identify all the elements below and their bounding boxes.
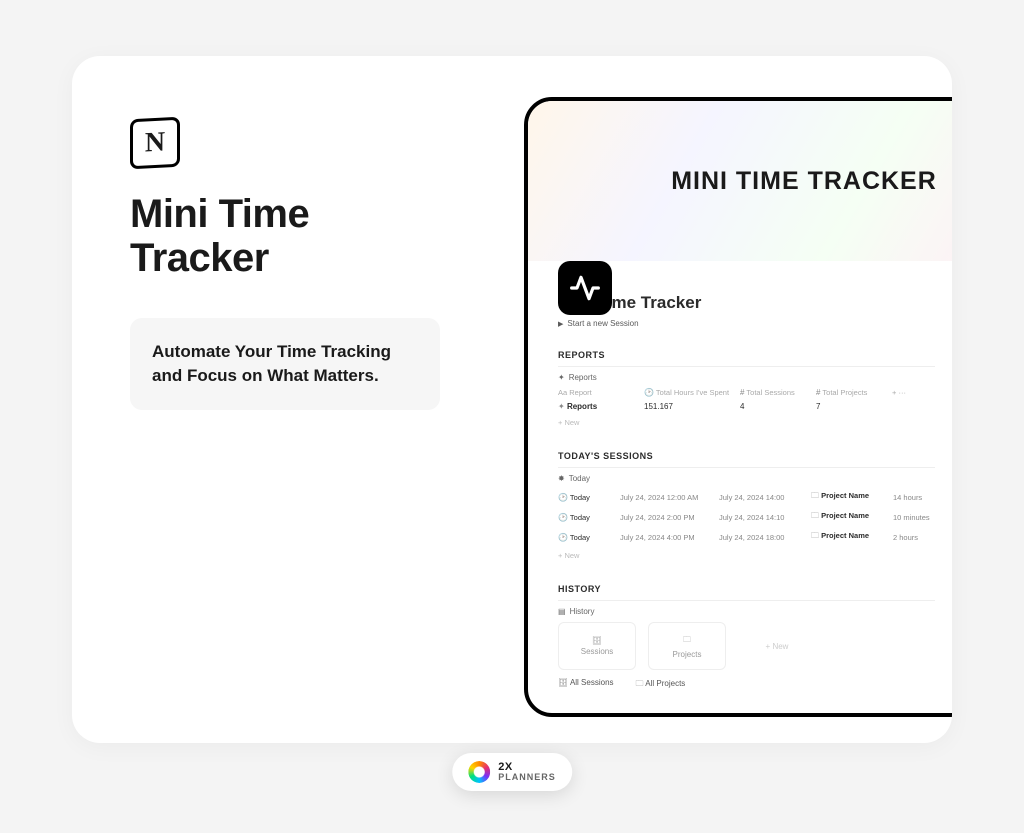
col-sessions: Total Sessions — [746, 388, 794, 397]
report-projects: 7 — [816, 402, 886, 411]
reports-tab[interactable]: ✦ Reports — [558, 373, 935, 382]
session-label: Today — [570, 493, 590, 502]
app-banner: MINI TIME TRACKER — [528, 101, 952, 261]
brand-badge[interactable]: 2X PLANNERS — [452, 753, 572, 791]
history-tile-projects[interactable]: 🗀 Projects — [648, 622, 726, 670]
sparkle-icon: ✦ — [558, 402, 565, 411]
hash-icon: # — [740, 388, 744, 397]
session-start: July 24, 2024 2:00 PM — [620, 513, 715, 522]
reports-tab-label: Reports — [569, 373, 597, 382]
session-row[interactable]: 🕑 Today July 24, 2024 2:00 PM July 24, 2… — [558, 507, 935, 527]
history-tile-sessions[interactable]: 🗄 Sessions — [558, 622, 636, 670]
start-session-label: Start a new Session — [567, 319, 638, 328]
link-label: All Projects — [645, 679, 685, 688]
today-tab[interactable]: ✸ Today — [558, 474, 935, 483]
hero-title: Mini Time Tracker — [130, 192, 440, 280]
reports-add-new[interactable]: + New — [558, 418, 935, 427]
layers-icon: ▤ — [558, 607, 566, 616]
link-label: All Sessions — [570, 678, 614, 687]
tile-label: Sessions — [581, 647, 613, 656]
session-duration: 14 hours — [893, 493, 935, 502]
session-duration: 2 hours — [893, 533, 935, 542]
all-sessions-link[interactable]: 🗄 All Sessions — [558, 678, 614, 692]
today-section: TODAY'S SESSIONS ✸ Today 🕑 Today July 24… — [558, 445, 935, 560]
report-name: Reports — [567, 402, 597, 411]
start-session-button[interactable]: ▶ Start a new Session — [558, 319, 952, 328]
history-tab-label: History — [570, 607, 595, 616]
session-row[interactable]: 🕑 Today July 24, 2024 4:00 PM July 24, 2… — [558, 527, 935, 547]
history-heading: HISTORY — [558, 578, 935, 601]
folder-icon: 🗀 — [636, 679, 644, 688]
folder-icon: 🗀 — [811, 511, 819, 520]
reports-columns: Aa Report 🕑 Total Hours I've Spent # Tot… — [558, 386, 935, 399]
folder-icon: 🗀 — [811, 491, 819, 500]
reports-heading: REPORTS — [558, 344, 935, 367]
brand-text: 2X PLANNERS — [498, 762, 556, 782]
history-tab[interactable]: ▤ History — [558, 607, 935, 616]
app-body: Mini Time Tracker ▶ Start a new Session … — [528, 293, 952, 710]
star-icon: ✸ — [558, 474, 565, 483]
hero-subtitle: Automate Your Time Tracking and Focus on… — [152, 340, 418, 388]
tile-label: Projects — [673, 650, 702, 659]
hero-left: N Mini Time Tracker Automate Your Time T… — [130, 118, 440, 410]
app-icon — [558, 261, 612, 315]
clock-icon: 🕑 — [558, 513, 568, 522]
reports-row[interactable]: ✦ Reports 151.167 4 7 — [558, 399, 935, 414]
clock-icon: 🕑 — [644, 388, 654, 397]
session-end: July 24, 2024 14:10 — [719, 513, 807, 522]
clock-icon: 🕑 — [558, 533, 568, 542]
reports-section: REPORTS ✦ Reports Aa Report 🕑 Total Hour… — [558, 344, 935, 427]
sparkle-icon: ✦ — [558, 373, 565, 382]
brand-ring-icon — [468, 761, 490, 783]
promo-card: N Mini Time Tracker Automate Your Time T… — [72, 56, 952, 743]
today-heading: TODAY'S SESSIONS — [558, 445, 935, 468]
archive-icon: 🗄 — [592, 636, 602, 645]
report-hours: 151.167 — [644, 402, 734, 411]
col-more[interactable]: + ··· — [892, 388, 922, 397]
session-end: July 24, 2024 18:00 — [719, 533, 807, 542]
folder-icon: 🗀 — [811, 531, 819, 540]
history-section: HISTORY ▤ History 🗄 Sessions 🗀 — [558, 578, 935, 692]
col-name: Aa Report — [558, 388, 638, 397]
hero-subtitle-box: Automate Your Time Tracking and Focus on… — [130, 318, 440, 410]
app-title: Mini Time Tracker — [558, 293, 952, 313]
session-start: July 24, 2024 12:00 AM — [620, 493, 715, 502]
session-duration: 10 minutes — [893, 513, 935, 522]
session-start: July 24, 2024 4:00 PM — [620, 533, 715, 542]
archive-icon: 🗄 — [558, 678, 568, 687]
main-column: REPORTS ✦ Reports Aa Report 🕑 Total Hour… — [558, 344, 935, 710]
session-project: Project Name — [821, 531, 869, 540]
app-preview-device: MINI TIME TRACKER Mini Time Tracker ▶ St… — [524, 97, 952, 717]
today-add-new[interactable]: + New — [558, 551, 935, 560]
session-row[interactable]: 🕑 Today July 24, 2024 12:00 AM July 24, … — [558, 487, 935, 507]
play-icon: ▶ — [558, 320, 563, 328]
notion-logo-icon: N — [130, 117, 180, 170]
session-label: Today — [570, 533, 590, 542]
session-project: Project Name — [821, 491, 869, 500]
col-projects: Total Projects — [822, 388, 867, 397]
today-tab-label: Today — [569, 474, 590, 483]
hash-icon: # — [816, 388, 820, 397]
report-sessions: 4 — [740, 402, 810, 411]
session-label: Today — [570, 513, 590, 522]
notion-letter: N — [145, 126, 165, 159]
session-end: July 24, 2024 14:00 — [719, 493, 807, 502]
history-tile-add[interactable]: + New — [738, 622, 816, 670]
brand-bottom: PLANNERS — [498, 773, 556, 782]
session-project: Project Name — [821, 511, 869, 520]
clock-icon: 🕑 — [558, 493, 568, 502]
col-hours: Total Hours I've Spent — [656, 388, 729, 397]
folder-icon: 🗀 — [683, 634, 691, 648]
add-label: + New — [766, 642, 789, 651]
activity-icon — [569, 272, 601, 304]
app-banner-title: MINI TIME TRACKER — [671, 167, 937, 196]
all-projects-link[interactable]: 🗀 All Projects — [636, 678, 686, 692]
